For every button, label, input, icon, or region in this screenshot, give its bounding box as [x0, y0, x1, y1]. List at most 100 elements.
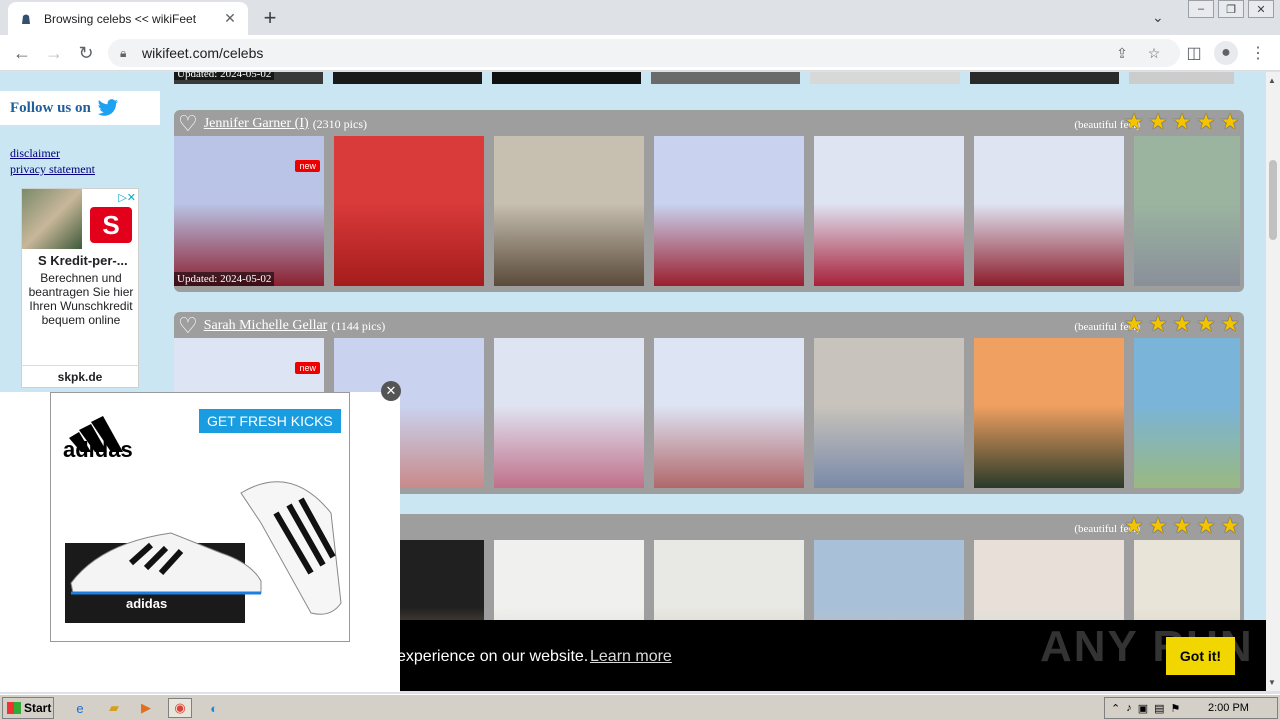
minimize-icon[interactable]: –: [1188, 0, 1214, 18]
favorite-heart-icon[interactable]: ♡: [178, 113, 198, 135]
scroll-up-arrow-icon[interactable]: ▲: [1268, 76, 1276, 85]
window-close-icon[interactable]: ✕: [1248, 0, 1274, 18]
side-panel-icon[interactable]: ◫: [1182, 41, 1206, 65]
overlay-advertisement: ✕ adidas GET FRESH KICKS adidas: [0, 381, 401, 692]
star-icon: ★: [1220, 311, 1240, 336]
star-icon: ★: [1172, 311, 1192, 336]
share-icon[interactable]: ⇪: [1114, 45, 1130, 61]
bookmark-star-icon[interactable]: ☆: [1146, 45, 1162, 61]
ad-title: S Kredit-per-...: [38, 253, 128, 268]
star-icon: ★: [1148, 311, 1168, 336]
windows-taskbar: Start e ▰ ▶ ◉ ◐ ⌃ ♪ ▣ ▤ ⚑ 2:00 PM: [0, 694, 1280, 720]
ad-cta-button[interactable]: GET FRESH KICKS: [199, 409, 341, 433]
system-tray: ⌃ ♪ ▣ ▤ ⚑: [1104, 697, 1278, 719]
back-icon[interactable]: ←: [10, 41, 34, 65]
thumbnail-row: new Updated: 2024-05-02: [174, 136, 1240, 286]
edge-icon[interactable]: ◐: [202, 698, 226, 718]
shoebox-brand: adidas: [126, 596, 168, 611]
lock-icon: 🔒︎: [120, 45, 127, 60]
pic-count: (1144 pics): [331, 318, 386, 333]
tab-search-chevron-icon[interactable]: ⌄: [1152, 9, 1164, 26]
star-rating: ★ ★ ★ ★ ★: [1122, 514, 1242, 538]
star-icon: ★: [1124, 311, 1144, 336]
browser-tab[interactable]: Browsing celebs << wikiFeet ✕: [8, 2, 248, 35]
side-advertisement[interactable]: S ▷✕ S Kredit-per-... Berechnen und bean…: [21, 188, 139, 388]
star-rating: ★ ★ ★ ★ ★: [1122, 312, 1242, 336]
ad-body: Berechnen und beantragen Sie hier Ihren …: [28, 271, 134, 327]
volume-icon[interactable]: ♪: [1126, 702, 1132, 714]
ad-close-icon[interactable]: ✕: [381, 381, 401, 401]
thumbnail[interactable]: [974, 136, 1124, 286]
thumbnail[interactable]: [654, 338, 804, 488]
thumbnail[interactable]: [1134, 338, 1240, 488]
thumbnail[interactable]: [1134, 136, 1240, 286]
cookie-consent-bar: experience on our website. Learn more AN…: [397, 620, 1266, 691]
celeb-card: ♡ Jennifer Garner (I) (2310 pics) (beaut…: [174, 110, 1244, 292]
restore-icon[interactable]: ❐: [1218, 0, 1244, 18]
ad-image: [22, 189, 82, 249]
follow-us-banner[interactable]: Follow us on: [0, 91, 160, 125]
celeb-name-link[interactable]: Sarah Michelle Gellar: [204, 318, 328, 334]
scroll-down-arrow-icon[interactable]: ▼: [1268, 678, 1276, 687]
thumbnail[interactable]: [492, 72, 642, 84]
chrome-icon[interactable]: ◉: [168, 698, 192, 718]
favorite-heart-icon[interactable]: ♡: [178, 315, 198, 337]
star-icon: ★: [1220, 513, 1240, 538]
url-text: wikifeet.com/celebs: [142, 45, 264, 61]
updated-label: Updated: 2024-05-02: [174, 272, 275, 286]
forward-icon[interactable]: →: [42, 41, 66, 65]
learn-more-link[interactable]: Learn more: [590, 648, 672, 666]
thumbnail[interactable]: [1128, 72, 1235, 84]
cookie-message: experience on our website.: [397, 648, 589, 665]
thumbnail[interactable]: [810, 72, 960, 84]
power-icon[interactable]: ▤: [1154, 702, 1164, 715]
tab-close-icon[interactable]: ✕: [222, 10, 238, 27]
flag-notification-icon[interactable]: ⚑: [1171, 702, 1181, 715]
start-button[interactable]: Start: [2, 697, 54, 719]
star-icon: ★: [1124, 109, 1144, 134]
thumbnail[interactable]: [333, 72, 483, 84]
star-icon: ★: [1124, 513, 1144, 538]
new-tab-button[interactable]: +: [258, 6, 282, 30]
thumbnail[interactable]: [814, 338, 964, 488]
thumbnail[interactable]: [974, 338, 1124, 488]
media-player-icon[interactable]: ▶: [134, 698, 158, 718]
star-icon: ★: [1148, 109, 1168, 134]
star-icon: ★: [1172, 513, 1192, 538]
adidas-ad-frame[interactable]: adidas GET FRESH KICKS adidas: [50, 392, 350, 642]
thumbnail[interactable]: [494, 338, 644, 488]
privacy-statement-link[interactable]: privacy statement: [10, 162, 95, 177]
reload-icon[interactable]: ↻: [74, 41, 98, 65]
thumbnail[interactable]: new Updated: 2024-05-02: [174, 136, 324, 286]
star-icon: ★: [1196, 311, 1216, 336]
thumbnail[interactable]: [814, 136, 964, 286]
vertical-scrollbar[interactable]: ▲ ▼: [1266, 72, 1280, 691]
thumbnail[interactable]: Updated: 2024-05-02: [174, 72, 324, 84]
menu-kebab-icon[interactable]: ⋮: [1246, 41, 1270, 65]
scrollbar-thumb[interactable]: [1269, 160, 1277, 240]
address-bar[interactable]: 🔒︎ wikifeet.com/celebs: [108, 39, 1180, 67]
sneaker-image: [70, 481, 342, 615]
previous-celeb-strip: Updated: 2024-05-02: [174, 72, 1244, 84]
network-icon[interactable]: ▣: [1138, 702, 1148, 715]
thumbnail[interactable]: [969, 72, 1119, 84]
got-it-button[interactable]: Got it!: [1166, 637, 1235, 675]
internet-explorer-icon[interactable]: e: [68, 698, 92, 718]
start-label: Start: [24, 701, 52, 715]
celeb-name-link[interactable]: Jennifer Garner (I): [204, 116, 309, 132]
sparkasse-logo: S: [90, 207, 132, 243]
thumbnail[interactable]: [494, 136, 644, 286]
profile-avatar-icon[interactable]: ●: [1214, 41, 1238, 65]
thumbnail[interactable]: [654, 136, 804, 286]
adchoices-icon[interactable]: ▷✕: [118, 191, 136, 204]
updated-label: Updated: 2024-05-02: [174, 72, 275, 80]
disclaimer-link[interactable]: disclaimer: [10, 146, 60, 161]
star-icon: ★: [1220, 109, 1240, 134]
thumbnail[interactable]: [334, 136, 484, 286]
thumbnail[interactable]: [651, 72, 801, 84]
star-icon: ★: [1196, 109, 1216, 134]
file-explorer-icon[interactable]: ▰: [102, 698, 126, 718]
tab-title: Browsing celebs << wikiFeet: [44, 11, 197, 26]
ad-source: skpk.de: [22, 365, 138, 384]
tray-expand-icon[interactable]: ⌃: [1111, 702, 1120, 715]
